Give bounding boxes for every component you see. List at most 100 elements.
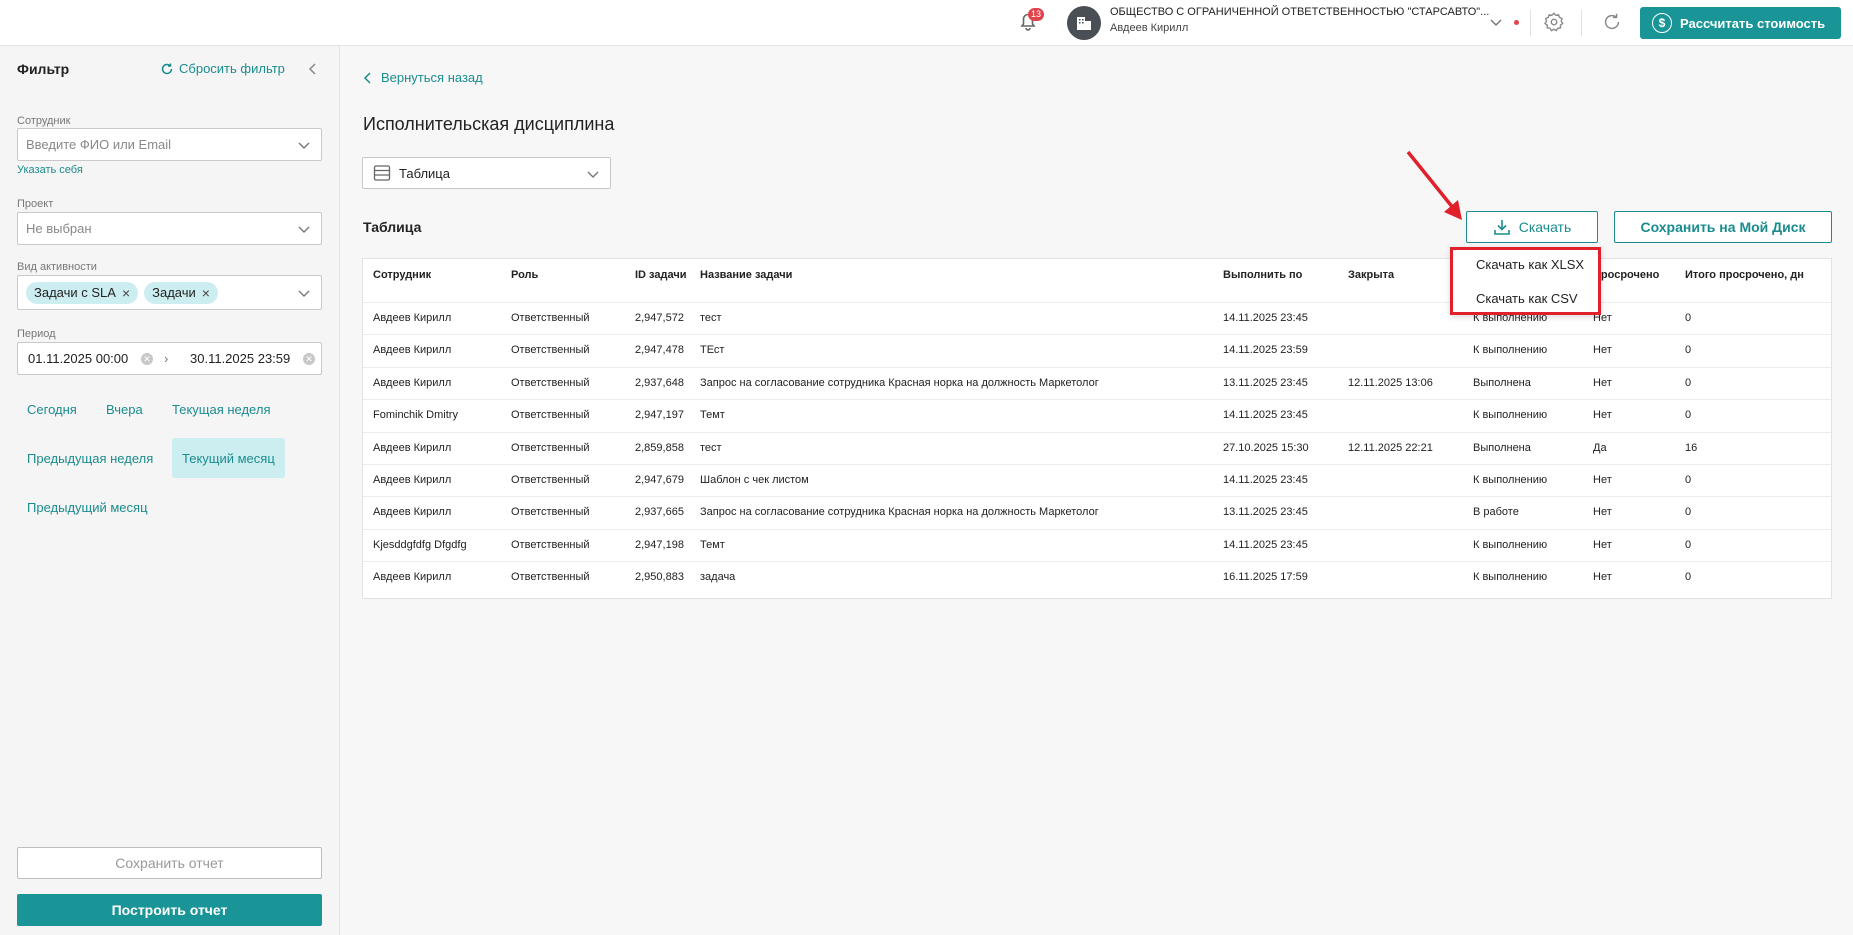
back-link[interactable]: Вернуться назад [363, 70, 483, 85]
page-title: Исполнительская дисциплина [363, 114, 615, 134]
activity-tag-label: Задачи [152, 285, 196, 300]
employee-input[interactable]: Введите ФИО или Email [17, 128, 322, 161]
project-value: Не выбран [26, 221, 92, 236]
org-building-icon[interactable] [1067, 6, 1101, 40]
table-cell: Выполнена [1473, 441, 1531, 454]
column-header[interactable]: Роль [511, 269, 538, 281]
quick-this-month[interactable]: Текущий месяц [172, 438, 285, 478]
table-cell: 0 [1685, 538, 1692, 551]
quick-prev-month[interactable]: Предыдущий месяц [17, 487, 158, 527]
period-to[interactable]: 30.11.2025 23:59 [190, 351, 290, 366]
table-cell: Авдеев Кирилл [373, 344, 452, 357]
column-header[interactable]: Закрыта [1348, 269, 1394, 281]
calculate-cost-button[interactable]: $ Рассчитать стоимость [1640, 7, 1841, 39]
table-row[interactable]: Авдеев Кирилл Ответственный 2,937,665 Запро… [363, 496, 1831, 528]
table-cell: Ответственный [511, 344, 590, 357]
table-cell: К выполнению [1473, 409, 1548, 422]
column-header[interactable]: Выполнить по [1223, 269, 1302, 281]
period-from[interactable]: 01.11.2025 00:00 [28, 351, 128, 366]
table-cell: Fominchik Dmitry [373, 409, 458, 422]
download-xlsx-option[interactable]: Скачать как XLSX [1476, 257, 1584, 272]
activity-label: Вид активности [17, 261, 97, 273]
table-cell: К выполнению [1473, 344, 1548, 357]
table-row[interactable]: Авдеев Кирилл Ответственный 2,947,572 тест 1… [363, 302, 1831, 334]
table-cell: 2,947,198 [635, 538, 684, 551]
quick-prev-week[interactable]: Предыдущая неделя [17, 438, 163, 478]
table-cell: Нет [1593, 376, 1612, 389]
save-to-disk-button[interactable]: Сохранить на Мой Диск [1614, 211, 1832, 243]
table-icon [373, 165, 391, 181]
clear-from-icon[interactable]: ✕ [141, 353, 153, 365]
table-row[interactable]: Авдеев Кирилл Ответственный 2,859,858 тест 2… [363, 431, 1831, 464]
table-row[interactable]: Fominchik Dmitry Ответственный 2,947,197 Те… [363, 399, 1831, 431]
table-row[interactable]: Авдеев Кирилл Ответственный 2,937,648 Запро… [363, 366, 1831, 399]
table-cell: 13.11.2025 23:45 [1223, 376, 1308, 389]
view-mode-select[interactable]: Таблица [362, 157, 611, 189]
table-cell: Нет [1593, 344, 1612, 357]
collapse-sidebar-chevron-icon[interactable] [306, 61, 320, 77]
section-title: Таблица [363, 219, 422, 235]
refresh-icon[interactable] [1601, 11, 1623, 33]
column-header[interactable]: Просрочено [1593, 269, 1659, 281]
remove-tag-icon[interactable]: × [122, 285, 130, 301]
table-cell: 2,947,679 [635, 474, 684, 486]
reset-filter-button[interactable]: Сбросить фильтр [160, 61, 285, 76]
table-cell: 2,947,572 [635, 312, 684, 324]
chevron-down-icon [298, 290, 310, 297]
table-cell: 2,947,197 [635, 409, 684, 422]
table-cell: Да [1593, 441, 1607, 454]
chevron-down-icon [587, 171, 599, 178]
table-row[interactable]: Авдеев Кирилл Ответственный 2,947,478 ТЕст 1… [363, 334, 1831, 366]
table-cell: задача [700, 571, 736, 584]
user-name[interactable]: Авдеев Кирилл [1110, 22, 1188, 34]
table-cell: Нет [1593, 571, 1612, 584]
table-cell: Темт [700, 538, 725, 551]
period-range-input[interactable]: 01.11.2025 00:00 ✕ › 30.11.2025 23:59 ✕ [17, 342, 322, 375]
table-cell: 12.11.2025 13:06 [1348, 376, 1433, 389]
table-cell: Авдеев Кирилл [373, 441, 452, 454]
table-row[interactable]: Kjesddgfdfg Dfgdfg Ответственный 2,947,198… [363, 528, 1831, 561]
notifications-bell-icon[interactable]: 13 [1016, 8, 1045, 37]
table-cell: 16 [1685, 441, 1698, 454]
table-cell: К выполнению [1473, 538, 1548, 551]
table-cell: Kjesddgfdfg Dfgdfg [373, 538, 467, 551]
table-cell: 12.11.2025 22:21 [1348, 441, 1433, 454]
table-cell: 2,859,858 [635, 441, 684, 454]
remove-tag-icon[interactable]: × [202, 285, 210, 301]
table-cell: Авдеев Кирилл [373, 312, 452, 324]
view-mode-value: Таблица [399, 165, 450, 181]
quick-yesterday[interactable]: Вчера [96, 389, 153, 429]
table-row[interactable]: Авдеев Кирилл Ответственный 2,947,679 Шабло… [363, 464, 1831, 496]
table-cell: Ответственный [511, 506, 590, 519]
table-cell: Нет [1593, 506, 1612, 519]
quick-today[interactable]: Сегодня [17, 389, 87, 429]
org-name[interactable]: ОБЩЕСТВО С ОГРАНИЧЕННОЙ ОТВЕТСТВЕННОСТЬЮ… [1110, 6, 1489, 18]
table-cell: 14.11.2025 23:45 [1223, 474, 1308, 486]
dollar-icon: $ [1652, 13, 1672, 33]
save-report-button[interactable]: Сохранить отчет [17, 847, 322, 879]
column-header[interactable]: Итого просрочено, дн [1685, 269, 1804, 281]
chevron-left-icon [363, 71, 371, 84]
column-header[interactable]: ID задачи [635, 269, 686, 281]
quick-this-week[interactable]: Текущая неделя [162, 389, 280, 429]
table-cell: Ответственный [511, 409, 590, 422]
table-cell: Шаблон с чек листом [700, 474, 809, 486]
table-cell: 2,947,478 [635, 344, 684, 357]
org-switch-chevron-icon[interactable] [1488, 14, 1504, 30]
table-cell: 0 [1685, 312, 1692, 324]
download-csv-option[interactable]: Скачать как CSV [1476, 291, 1578, 306]
clear-to-icon[interactable]: ✕ [303, 353, 315, 365]
column-header[interactable]: Название задачи [700, 269, 792, 281]
table-row[interactable]: Авдеев Кирилл Ответственный 2,950,883 задач… [363, 561, 1831, 593]
table-cell: Авдеев Кирилл [373, 571, 452, 584]
download-button[interactable]: Скачать [1466, 211, 1598, 243]
chevron-down-icon [298, 226, 310, 233]
project-select[interactable]: Не выбран [17, 212, 322, 245]
table-cell: 14.11.2025 23:45 [1223, 409, 1308, 422]
build-report-button[interactable]: Построить отчет [17, 894, 322, 926]
table-cell: 2,950,883 [635, 571, 684, 584]
set-self-link[interactable]: Указать себя [17, 164, 83, 176]
activity-select[interactable]: Задачи с SLA × Задачи × [17, 275, 322, 310]
column-header[interactable]: Сотрудник [373, 269, 431, 281]
settings-gear-icon[interactable] [1543, 11, 1565, 33]
